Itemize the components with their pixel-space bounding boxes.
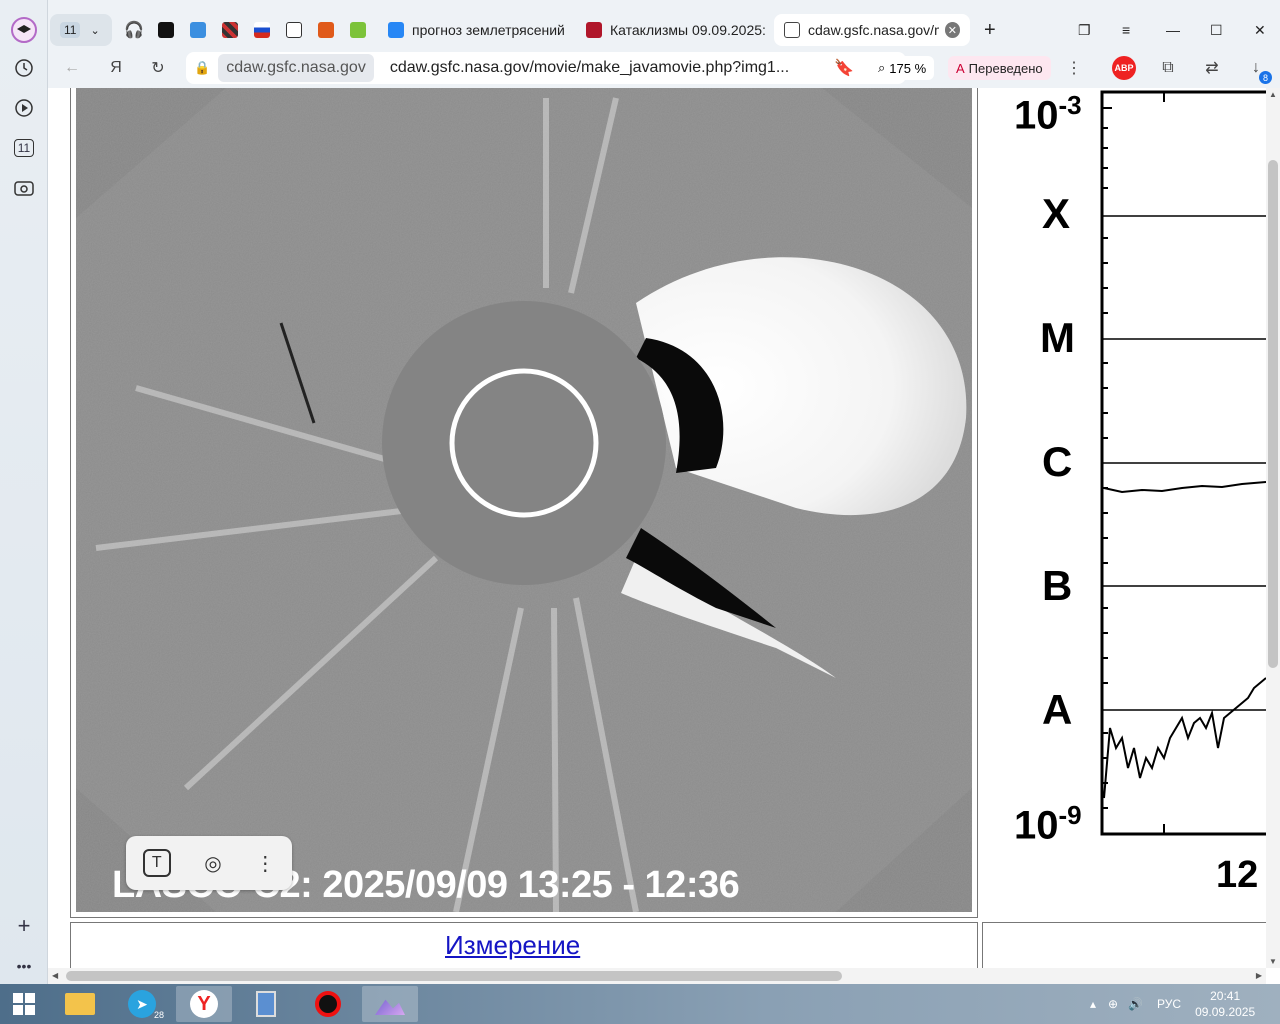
domain-chip: cdaw.gsfc.nasa.gov	[218, 54, 374, 82]
pinned-tab-k[interactable]	[312, 14, 340, 46]
back-icon[interactable]: ←	[60, 56, 84, 80]
more-icon[interactable]: •••	[10, 952, 38, 980]
profile-icon[interactable]	[10, 16, 38, 44]
language-indicator[interactable]: РУС	[1157, 997, 1181, 1011]
vk-icon	[388, 22, 404, 38]
tray-expand-icon[interactable]: ▴	[1090, 997, 1096, 1011]
system-tray: ▴ ⊕ 🔊 РУС 20:41 09.09.2025	[1090, 984, 1255, 1024]
page-content: LASCO C2: 2025/09/09 13:25 - 12:36 T ◎ ⋮…	[48, 88, 1266, 968]
tab-count-icon[interactable]: 11	[10, 134, 38, 162]
goes-plot-frame	[1100, 90, 1266, 836]
scroll-left-icon[interactable]: ◀	[52, 971, 58, 980]
vertical-scroll-thumb[interactable]	[1268, 160, 1278, 668]
pinned-tab-o[interactable]	[152, 14, 180, 46]
windows-taskbar: ➤ 28 Y ▴ ⊕ 🔊 РУС 20:41 09.09.2025	[0, 984, 1280, 1024]
browser-toolbar: 11 ⌄ 🎧 прогноз землетрясений Катаклизмы …	[48, 0, 1280, 88]
maximize-icon[interactable]: ☐	[1200, 14, 1228, 46]
close-tab-icon[interactable]: ✕	[944, 22, 960, 38]
telegram-icon: ➤	[128, 990, 156, 1018]
extension-icon[interactable]: ⧉	[1156, 56, 1180, 80]
pinned-tab-doc[interactable]	[280, 14, 308, 46]
adblock-icon[interactable]: ABP	[1112, 56, 1136, 80]
pinned-tab-headphones[interactable]: 🎧	[120, 14, 148, 46]
clock[interactable]: 20:41 09.09.2025	[1195, 988, 1255, 1020]
screenshot-icon[interactable]	[10, 174, 38, 202]
vertical-scrollbar[interactable]: ▲ ▼	[1266, 88, 1280, 968]
zoom-icon: ⌕	[878, 60, 886, 75]
taskbar-calculator[interactable]	[238, 986, 294, 1022]
tab-vk[interactable]: прогноз землетрясений	[378, 14, 564, 46]
history-icon[interactable]	[10, 54, 38, 82]
yandex-icon[interactable]: Я	[104, 56, 128, 80]
add-panel-icon[interactable]: +	[10, 912, 38, 940]
browser-sidebar: 11 + •••	[0, 0, 48, 984]
translate-icon: A	[956, 60, 965, 76]
horizontal-scroll-thumb[interactable]	[66, 971, 842, 981]
text-recognition-icon[interactable]: T	[142, 849, 171, 877]
headphones-icon: 🎧	[124, 22, 144, 39]
coronagraph-image	[76, 88, 972, 912]
tab-strip: 11 ⌄ 🎧 прогноз землетрясений Катаклизмы …	[48, 10, 1280, 50]
camera-search-icon[interactable]: ◎	[204, 851, 221, 876]
taskbar-photos[interactable]	[362, 986, 418, 1022]
minimize-icon[interactable]: —	[1156, 14, 1184, 46]
record-icon	[315, 991, 341, 1017]
translate-badge[interactable]: A Переведено	[948, 56, 1051, 80]
goes-xray-plot: 10-3 X M C B A 10-9 12	[982, 88, 1266, 918]
volume-icon[interactable]: 🔊	[1128, 997, 1143, 1011]
image-tools-overlay: T ◎ ⋮	[126, 836, 292, 890]
downloads-icon[interactable]: ↓ 8	[1244, 56, 1272, 84]
folder-icon	[65, 993, 95, 1015]
taskbar-explorer[interactable]	[52, 986, 108, 1022]
measure-link[interactable]: Измерение	[445, 930, 580, 961]
new-tab-button[interactable]: +	[978, 14, 1006, 46]
address-menu-icon[interactable]: ⋮	[1066, 56, 1082, 80]
document-icon	[286, 22, 302, 38]
o-logo-icon	[158, 22, 174, 38]
photos-icon	[375, 999, 405, 1015]
calculator-icon	[256, 991, 276, 1017]
scroll-up-icon[interactable]: ▲	[1269, 90, 1277, 99]
scroll-down-icon[interactable]: ▼	[1269, 957, 1277, 966]
menu-icon[interactable]: ≡	[1112, 14, 1140, 46]
k-logo-icon	[318, 22, 334, 38]
hd-logo-icon	[350, 22, 366, 38]
russia-flag-icon	[254, 22, 270, 38]
lasco-c2-image: LASCO C2: 2025/09/09 13:25 - 12:36 T ◎ ⋮	[76, 88, 972, 912]
document-icon	[784, 22, 800, 38]
pinned-tab-blue[interactable]	[184, 14, 212, 46]
horizontal-scrollbar[interactable]: ◀ ▶	[48, 968, 1266, 984]
pinned-tab-flag[interactable]	[248, 14, 276, 46]
empty-cell	[982, 922, 1266, 968]
pinned-tab-hd[interactable]	[344, 14, 372, 46]
start-button[interactable]	[0, 986, 48, 1022]
url-text: cdaw.gsfc.nasa.gov/movie/make_javamovie.…	[389, 59, 790, 76]
close-window-icon[interactable]: ✕	[1244, 14, 1272, 46]
translate-ext-icon[interactable]: ⇄	[1200, 56, 1224, 80]
grid-site-icon	[222, 22, 238, 38]
lock-icon: 🔒	[194, 60, 211, 75]
bookmarks-icon[interactable]: ❐	[1068, 14, 1096, 46]
pinned-tab-grid[interactable]	[216, 14, 244, 46]
more-options-icon[interactable]: ⋮	[255, 851, 275, 876]
zoom-indicator[interactable]: ⌕ 175 %	[870, 56, 935, 80]
taskbar-telegram[interactable]: ➤ 28	[114, 986, 170, 1022]
taskbar-recorder[interactable]	[300, 986, 356, 1022]
scroll-right-icon[interactable]: ▶	[1256, 971, 1262, 980]
address-bar[interactable]: 🔒 cdaw.gsfc.nasa.gov cdaw.gsfc.nasa.gov/…	[186, 52, 906, 84]
chevron-down-icon: ⌄	[90, 24, 100, 37]
windows-icon	[13, 993, 35, 1015]
taskbar-yandex-browser[interactable]: Y	[176, 986, 232, 1022]
tab-kataklizmy[interactable]: Катаклизмы 09.09.2025: Т	[576, 14, 766, 46]
tab-cdaw[interactable]: cdaw.gsfc.nasa.gov/mo ✕	[774, 14, 970, 46]
yandex-browser-icon: Y	[190, 990, 218, 1018]
network-icon[interactable]: ⊕	[1108, 997, 1118, 1011]
reload-icon[interactable]: ↻	[146, 56, 170, 80]
video-icon[interactable]	[10, 94, 38, 122]
bookmark-icon[interactable]: 🔖	[832, 56, 856, 80]
r-logo-icon	[586, 22, 602, 38]
blue-site-icon	[190, 22, 206, 38]
tab-group-button[interactable]: 11 ⌄	[50, 14, 112, 46]
